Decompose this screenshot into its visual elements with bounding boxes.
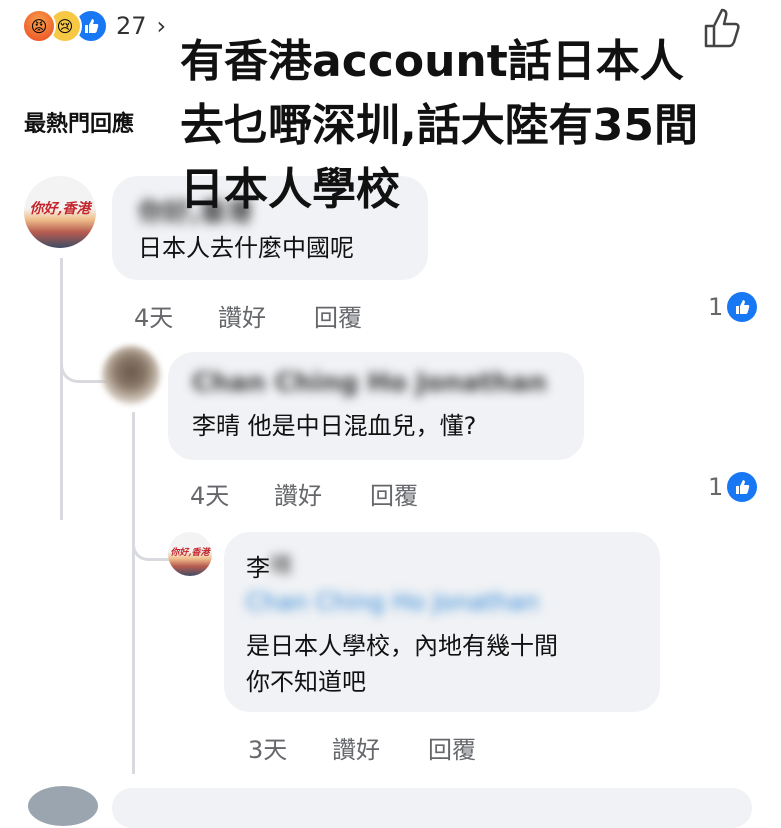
reply-button[interactable]: 回覆 <box>314 298 362 333</box>
angry-icon: 😡 <box>22 9 56 43</box>
comment-like-count[interactable]: 1 <box>708 292 758 322</box>
comment-time[interactable]: 4天 <box>190 476 229 511</box>
avatar-brand-text: 你好,香港 <box>170 548 210 558</box>
thread-connector <box>60 336 107 383</box>
overlay-caption: 有香港account話日本人 去乜嘢深圳,話大陸有35間 日本人學校 <box>180 36 698 215</box>
mention-link[interactable]: Chan Ching Ho Jonathan <box>246 588 539 616</box>
reaction-count: 27 <box>116 12 147 40</box>
like-count-value: 1 <box>708 293 724 321</box>
comment-author[interactable]: Chan Ching Ho Jonathan <box>192 368 547 398</box>
reactions-summary[interactable]: 😡 😢 27 › <box>22 8 166 44</box>
like-count-value: 1 <box>708 473 724 501</box>
comment-time[interactable]: 3天 <box>248 730 287 765</box>
avatar[interactable]: 你好,香港 <box>168 532 212 576</box>
reply-button[interactable]: 回覆 <box>428 730 476 765</box>
comment-author: 李 <box>246 554 270 582</box>
sort-label[interactable]: 最熱門回應 <box>24 106 134 138</box>
thread-line <box>60 258 63 520</box>
comment-author-hidden: 晴 <box>270 554 293 579</box>
like-icon <box>727 292 758 322</box>
thread-connector <box>132 524 169 561</box>
comment-bubble: Chan Ching Ho Jonathan 李晴 他是中日混血兒，懂? <box>168 352 584 460</box>
comment-like-count[interactable]: 1 <box>708 472 758 502</box>
comment-bubble: 李 晴 Chan Ching Ho Jonathan 是日本人學校，內地有幾十間… <box>224 532 660 712</box>
reply-button[interactable]: 回覆 <box>370 476 418 511</box>
comment-time[interactable]: 4天 <box>134 298 173 333</box>
comment-text: 日本人去什麼中國呢 <box>138 234 354 262</box>
avatar-brand-text: 你好,香港 <box>29 201 91 217</box>
comment-author-wrap[interactable]: 李 晴 <box>246 548 292 583</box>
avatar[interactable] <box>102 346 160 404</box>
like-icon <box>727 472 758 502</box>
avatar[interactable]: 你好,香港 <box>24 176 96 248</box>
avatar[interactable] <box>28 786 98 826</box>
like-button[interactable]: 讚好 <box>218 298 266 333</box>
thread-line <box>132 412 135 774</box>
comment-bubble <box>112 788 752 828</box>
like-button[interactable]: 讚好 <box>332 730 380 765</box>
comment-text: 是日本人學校，內地有幾十間 你不知道吧 <box>246 632 558 696</box>
like-button[interactable]: 讚好 <box>274 476 322 511</box>
comment-text: 李晴 他是中日混血兒，懂? <box>192 412 477 440</box>
chevron-right-icon[interactable]: › <box>157 12 167 40</box>
